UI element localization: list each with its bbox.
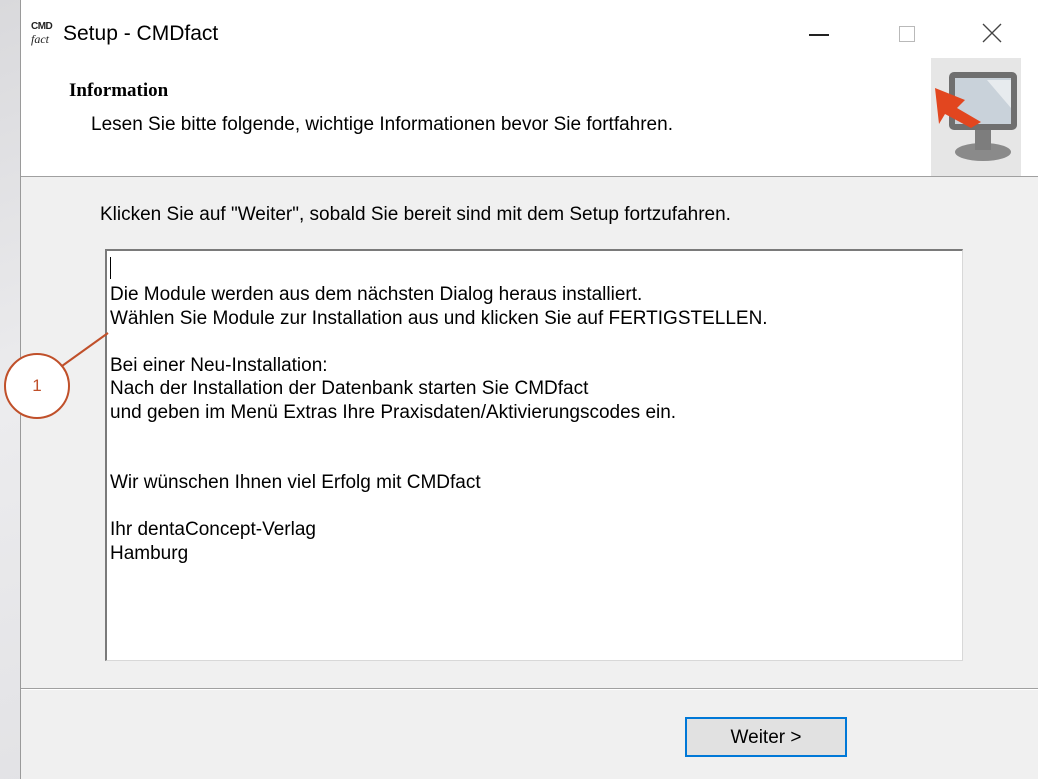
callout-badge: 1 — [4, 353, 70, 419]
callout-leader-line — [61, 332, 109, 367]
